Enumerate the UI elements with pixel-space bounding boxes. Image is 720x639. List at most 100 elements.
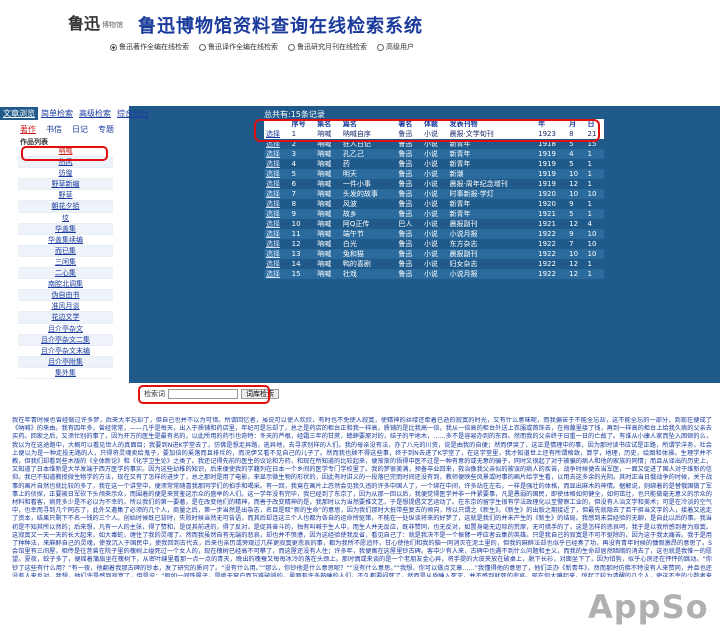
table-row[interactable]: 选择 2 呐喊 狂人日记 鲁迅 小说 新青年 1918 5 15 <box>264 139 604 149</box>
work-list-item[interactable]: 准风月谈 <box>18 301 113 313</box>
table-cell: 鲁迅 <box>396 129 422 139</box>
work-list-item[interactable]: 花边文学 <box>18 312 113 324</box>
work-list-item[interactable]: 三闲集 <box>18 256 113 269</box>
table-cell: 1 <box>585 179 604 189</box>
table-cell: 1 <box>585 159 604 169</box>
table-cell: 5 <box>567 139 586 149</box>
subtab-letters[interactable]: 书信 <box>46 124 62 135</box>
work-list-item[interactable]: 呐喊 <box>18 146 113 158</box>
work-list-item[interactable]: 而已集 <box>18 245 113 257</box>
subtab-works[interactable]: 著作 <box>20 124 36 135</box>
tab-advanced-search[interactable]: 高级检索 <box>76 107 114 120</box>
table-row[interactable]: 选择 14 呐喊 鸭的喜剧 鲁迅 小说 妇女杂志 1922 12 1 <box>264 259 604 269</box>
lexicon-search-button[interactable]: 词库检索 <box>241 389 279 399</box>
table-cell: 鲁迅 <box>396 189 422 199</box>
table-cell: 晨报副刊 <box>447 219 537 229</box>
table-cell: 4 <box>289 159 316 169</box>
work-list-item[interactable]: 华盖集 <box>18 223 113 235</box>
table-row[interactable]: 选择 13 呐喊 兔和猫 鲁迅 小说 晨报副刊 1922 10 10 <box>264 249 604 259</box>
table-cell: 1 <box>585 259 604 269</box>
table-row[interactable]: 选择 10 呐喊 阿Q正传 巴人 小说 晨报副刊 1921 12 4 <box>264 219 604 229</box>
select-link[interactable]: 选择 <box>264 209 290 219</box>
table-row[interactable]: 选择 12 呐喊 白光 鲁迅 小说 东方杂志 1922 7 10 <box>264 239 604 249</box>
table-cell: 1 <box>585 169 604 179</box>
radio-option-translations[interactable]: 鲁迅译作全编在线检索 <box>199 42 278 52</box>
logo-main-text: 鲁迅 <box>68 14 101 33</box>
select-link[interactable]: 选择 <box>264 269 290 279</box>
select-link[interactable]: 选择 <box>264 199 290 209</box>
work-list-item[interactable]: 且介亭杂文 <box>18 323 113 335</box>
work-list-item[interactable]: 且介亭杂文二集 <box>18 334 113 346</box>
search-input[interactable] <box>168 389 238 399</box>
table-cell: 小说月报 <box>447 269 537 279</box>
tab-simple-search[interactable]: 简单检索 <box>38 107 76 120</box>
table-cell: 1919 <box>536 169 568 179</box>
radio-option-monthly[interactable]: 鲁迅研究月刊在线检索 <box>288 42 367 52</box>
subtab-diaries[interactable]: 日记 <box>72 124 88 135</box>
table-row[interactable]: 选择 4 呐喊药鲁迅 小说 新青年 1919 5 1 <box>264 159 604 169</box>
table-cell: 新青年 <box>447 209 537 219</box>
work-list-item[interactable]: 南腔北调集 <box>18 279 113 291</box>
table-cell: 10 <box>585 229 604 239</box>
table-cell: 1 <box>585 209 604 219</box>
table-cell: 晨报·周年纪念增刊 <box>447 179 537 189</box>
radio-button-icon[interactable] <box>288 43 295 51</box>
work-list-item[interactable]: 坟 <box>18 212 113 224</box>
table-cell: 东方杂志 <box>447 239 537 249</box>
table-row[interactable]: 选择 15 呐喊 社戏 鲁迅 小说 小说月报 1922 12 1 <box>264 269 604 279</box>
radio-button-icon[interactable] <box>110 43 117 51</box>
subtab-topics[interactable]: 专题 <box>98 124 114 135</box>
work-list-item[interactable]: 华盖集续编 <box>18 234 113 246</box>
table-cell: 12 <box>567 179 586 189</box>
table-cell: 端午节 <box>340 229 397 239</box>
table-row[interactable]: 选择 3 呐喊 孔乙己 鲁迅 小说 新青年 1919 4 1 <box>264 149 604 159</box>
tab-browse[interactable]: 文章浏览 <box>0 107 38 120</box>
table-row[interactable]: 选择 8 呐喊 风波 鲁迅 小说 新青年 1920 9 1 <box>264 199 604 209</box>
work-list-item[interactable]: 彷徨 <box>18 168 113 180</box>
work-list-item[interactable]: 且介亭附集 <box>18 356 113 368</box>
column-header: 署名 <box>396 119 422 129</box>
table-cell: 鲁迅 <box>396 169 422 179</box>
table-cell: 12 <box>567 259 586 269</box>
radio-option-works[interactable]: 鲁迅著作全编在线检索 <box>110 42 189 52</box>
table-cell: 1 <box>585 269 604 279</box>
table-row[interactable]: 选择 6 呐喊 一件小事 鲁迅 小说 晨报·周年纪念增刊 1919 12 1 <box>264 179 604 189</box>
work-list-item[interactable]: 野草新编 <box>18 179 113 191</box>
select-link[interactable]: 选择 <box>264 229 290 239</box>
table-cell: 明天 <box>340 169 397 179</box>
radio-option-advanced-user[interactable]: 高级用户 <box>377 42 414 52</box>
radio-button-icon[interactable] <box>377 43 384 51</box>
work-list-item[interactable]: 野草 <box>18 190 113 202</box>
tab-statistics[interactable]: 综合统计 <box>114 107 152 120</box>
work-list-item[interactable]: 伪自由书 <box>18 290 113 302</box>
table-row[interactable]: 选择 7 呐喊 头发的故事 鲁迅 小说 时事新报·学灯 1920 10 10 <box>264 189 604 199</box>
work-list-item[interactable]: 二心集 <box>18 268 113 280</box>
table-row[interactable]: 选择 1 呐喊 呐喊自序 鲁迅 小说 晨报·文学旬刊 1923 8 21 <box>264 129 604 139</box>
select-link[interactable]: 选择 <box>264 259 290 269</box>
table-cell: 鲁迅 <box>396 269 422 279</box>
select-link[interactable]: 选择 <box>264 129 290 139</box>
select-link[interactable]: 选择 <box>264 169 290 179</box>
select-link[interactable]: 选择 <box>264 149 290 159</box>
select-link[interactable]: 选择 <box>264 219 290 229</box>
table-cell: 1919 <box>536 159 568 169</box>
radio-button-icon[interactable] <box>199 43 206 51</box>
column-header: 日 <box>585 119 604 129</box>
select-link[interactable]: 选择 <box>264 189 290 199</box>
select-link[interactable]: 选择 <box>264 179 290 189</box>
work-list-item[interactable]: 朝花夕拾 <box>18 201 113 213</box>
table-cell: 5 <box>289 169 316 179</box>
table-row[interactable]: 选择 9 呐喊 故乡 鲁迅 小说 新青年 1921 5 1 <box>264 209 604 219</box>
table-cell: 呐喊 <box>315 229 341 239</box>
work-list-item[interactable]: 且介亭杂文末编 <box>18 345 113 357</box>
work-list-item[interactable]: 热风 <box>18 157 113 169</box>
table-cell: 10 <box>567 169 586 179</box>
work-list: 呐喊 热风 彷徨 野草新编 野草 朝花夕拾坟华盖集 华盖集续编 而已集 三闲集 二心集 南腔北调集伪… <box>18 146 113 379</box>
select-link[interactable]: 选择 <box>264 239 290 249</box>
work-list-item[interactable]: 集外集 <box>18 367 113 379</box>
table-row[interactable]: 选择 11 呐喊 端午节 鲁迅 小说 小说月报 1922 9 10 <box>264 229 604 239</box>
select-link[interactable]: 选择 <box>264 139 290 149</box>
table-row[interactable]: 选择 5 呐喊 明天 鲁迅 小说 新潮 1919 10 1 <box>264 169 604 179</box>
select-link[interactable]: 选择 <box>264 159 290 169</box>
select-link[interactable]: 选择 <box>264 249 290 259</box>
